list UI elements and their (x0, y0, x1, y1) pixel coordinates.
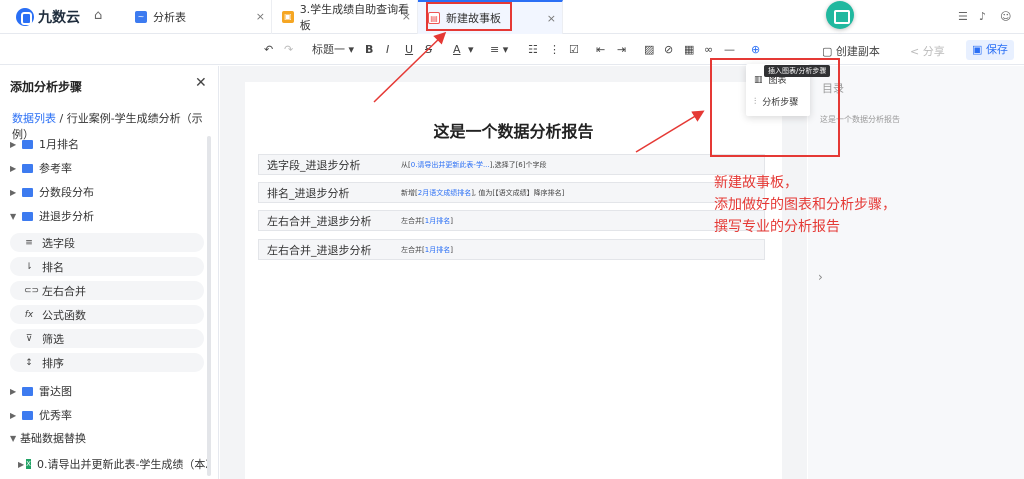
annotation-arrow (635, 110, 705, 153)
annotation-text: 新建故事板， 添加做好的图表和分析步骤， 撰写专业的分析报告 (714, 175, 896, 235)
annotation-arrows (373, 31, 705, 153)
annotation-arrow (373, 31, 447, 103)
